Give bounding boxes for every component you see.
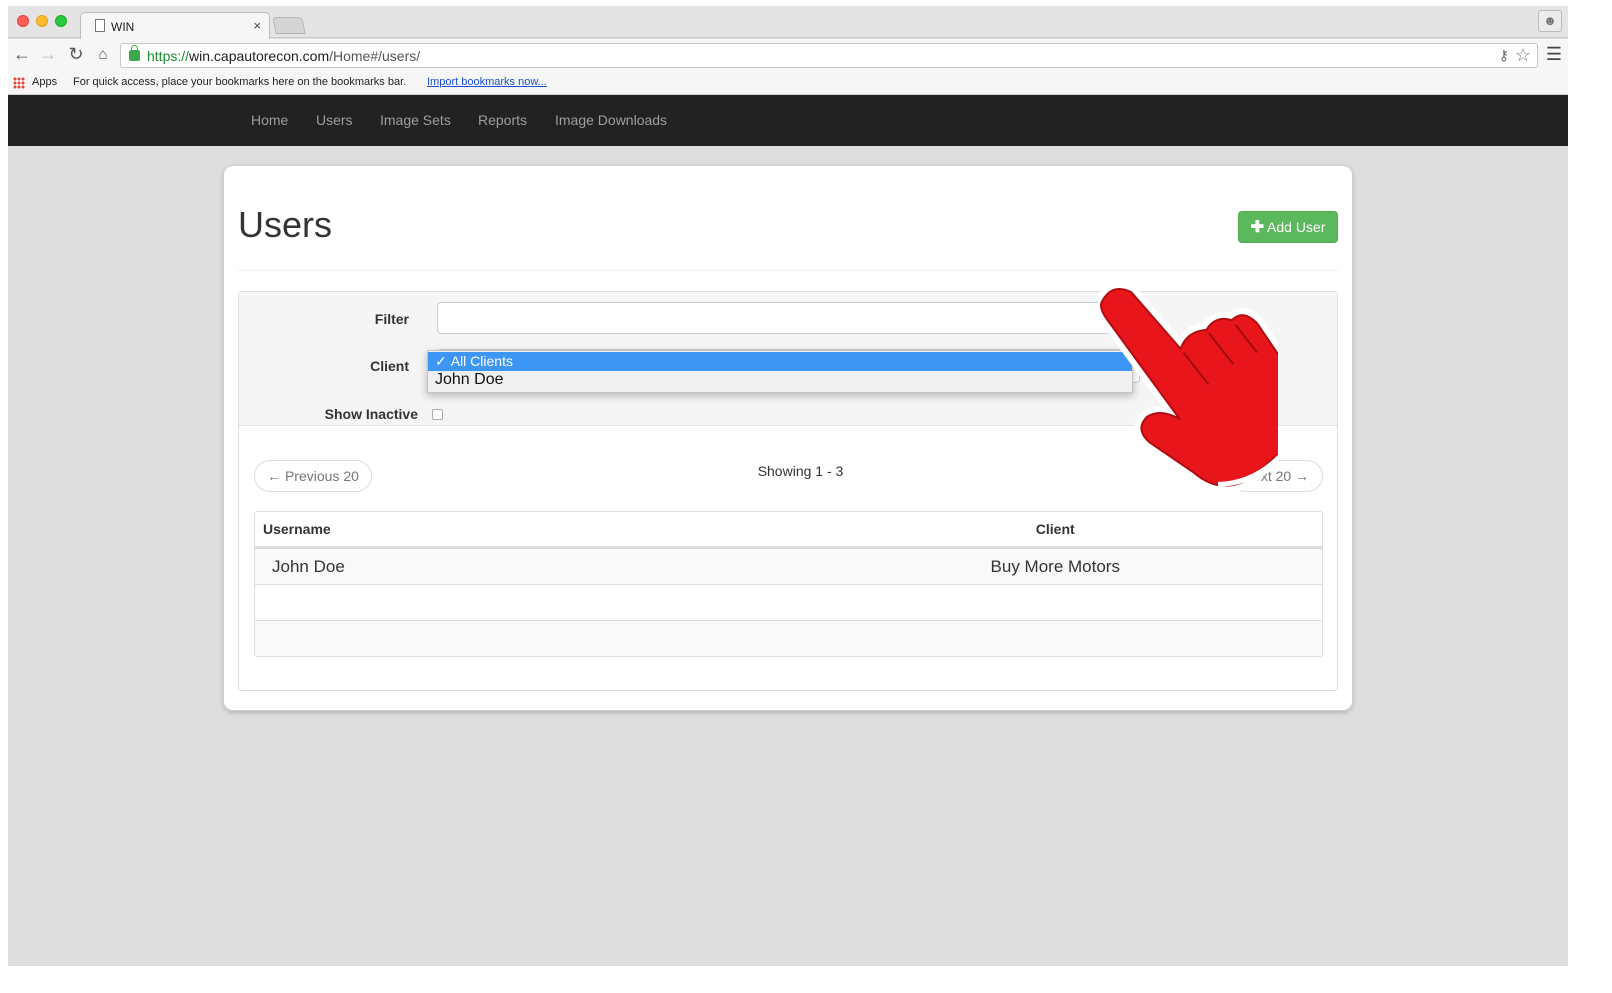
bookmarks-hint: For quick access, place your bookmarks h… xyxy=(73,76,407,88)
app-navbar: Home Users Image Sets Reports Image Down… xyxy=(8,95,1568,146)
column-header-username[interactable]: Username xyxy=(255,512,789,548)
doc-icon xyxy=(95,19,105,32)
nav-item-image-downloads[interactable]: Image Downloads xyxy=(555,112,667,128)
filter-label: Filter xyxy=(374,311,409,327)
apps-label[interactable]: Apps xyxy=(32,76,57,88)
tab-title: WIN xyxy=(111,20,135,34)
table-row[interactable] xyxy=(255,620,1322,656)
hand-pointer-icon xyxy=(1098,282,1278,493)
browser-tab[interactable]: WIN × xyxy=(80,12,270,39)
url-text: https://win.capautorecon.com/Home#/users… xyxy=(147,48,421,64)
address-bar[interactable]: https://win.capautorecon.com/Home#/users… xyxy=(120,43,1538,68)
browser-window: WIN × ☻ ← → ↻ ⌂ https://win.capautorecon… xyxy=(8,6,1568,966)
filter-input[interactable] xyxy=(437,302,1140,334)
home-icon[interactable]: ⌂ xyxy=(93,46,113,63)
column-header-client[interactable]: Client xyxy=(788,512,1322,548)
close-window-button[interactable] xyxy=(17,15,29,27)
client-dropdown-list: ✓ All Clients John Doe xyxy=(427,350,1133,393)
browser-toolbar: ← → ↻ ⌂ https://win.capautorecon.com/Hom… xyxy=(8,39,1568,71)
cell-client xyxy=(788,620,1322,656)
zoom-window-button[interactable] xyxy=(55,15,67,27)
cell-username: John Doe xyxy=(255,548,789,584)
page-title: Users xyxy=(238,204,333,245)
cell-client xyxy=(788,584,1322,620)
bookmarks-bar: Apps For quick access, place your bookma… xyxy=(8,71,1568,95)
apps-icon[interactable] xyxy=(13,77,25,89)
checkmark-icon: ✓ xyxy=(435,353,447,369)
key-icon[interactable]: ⚷ xyxy=(1499,47,1509,64)
new-tab-button[interactable] xyxy=(272,17,306,34)
add-user-label: Add User xyxy=(1267,219,1326,235)
table-row[interactable] xyxy=(255,584,1322,620)
previous-page-button[interactable]: ← Previous 20 xyxy=(254,460,372,492)
client-label: Client xyxy=(370,358,409,374)
nav-item-home[interactable]: Home xyxy=(251,112,288,128)
table-header-row: Username Client xyxy=(255,512,1322,548)
table-row[interactable]: John Doe Buy More Motors xyxy=(255,548,1322,584)
minimize-window-button[interactable] xyxy=(36,15,48,27)
cell-client: Buy More Motors xyxy=(788,548,1322,584)
nav-item-reports[interactable]: Reports xyxy=(478,112,527,128)
tab-strip: WIN × ☻ xyxy=(8,6,1568,39)
import-bookmarks-link[interactable]: Import bookmarks now... xyxy=(427,76,547,88)
close-icon[interactable]: × xyxy=(253,18,261,33)
cell-username xyxy=(255,584,789,620)
nav-item-image-sets[interactable]: Image Sets xyxy=(380,112,451,128)
plus-icon: ✚ xyxy=(1250,219,1265,236)
users-table: Username Client John Doe Buy More Motors xyxy=(254,511,1323,657)
back-arrow-icon[interactable]: ← xyxy=(12,44,32,65)
show-inactive-checkbox[interactable] xyxy=(432,409,443,420)
lock-icon xyxy=(129,45,140,61)
client-option-john-doe[interactable]: John Doe xyxy=(428,370,1132,389)
cell-username xyxy=(255,620,789,656)
menu-icon[interactable]: ☰ xyxy=(1546,44,1562,65)
reload-icon[interactable]: ↻ xyxy=(66,44,86,65)
add-user-button[interactable]: ✚ Add User xyxy=(1238,211,1338,243)
show-inactive-label: Show Inactive xyxy=(324,406,418,422)
star-icon[interactable]: ☆ xyxy=(1515,45,1531,66)
profile-icon[interactable]: ☻ xyxy=(1538,10,1562,32)
forward-arrow-icon[interactable]: → xyxy=(38,44,58,65)
nav-item-users[interactable]: Users xyxy=(316,112,353,128)
showing-count: Showing 1 - 3 xyxy=(757,463,844,479)
client-option-all-clients[interactable]: ✓ All Clients xyxy=(428,352,1132,371)
